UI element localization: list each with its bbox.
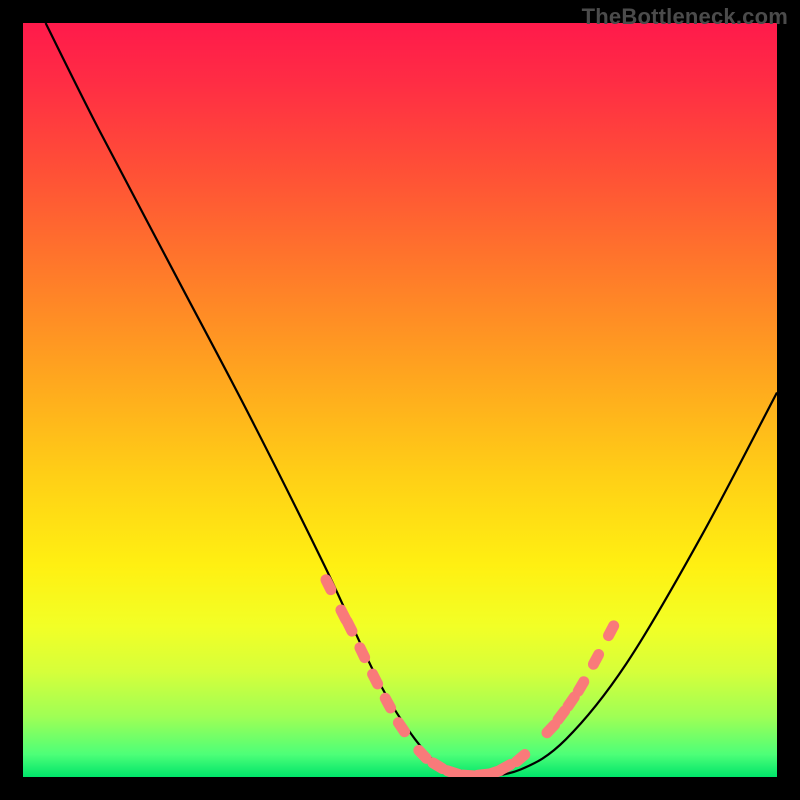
curve-layer <box>46 23 777 777</box>
chart-svg <box>23 23 777 777</box>
curve-marker <box>586 647 606 672</box>
curve-marker <box>391 715 412 739</box>
marker-layer <box>319 572 622 777</box>
bottleneck-curve-path <box>46 23 777 777</box>
curve-marker <box>319 572 339 597</box>
plot-area <box>23 23 777 777</box>
curve-marker <box>601 618 621 643</box>
chart-frame: TheBottleneck.com <box>0 0 800 800</box>
watermark-text: TheBottleneck.com <box>582 4 788 30</box>
